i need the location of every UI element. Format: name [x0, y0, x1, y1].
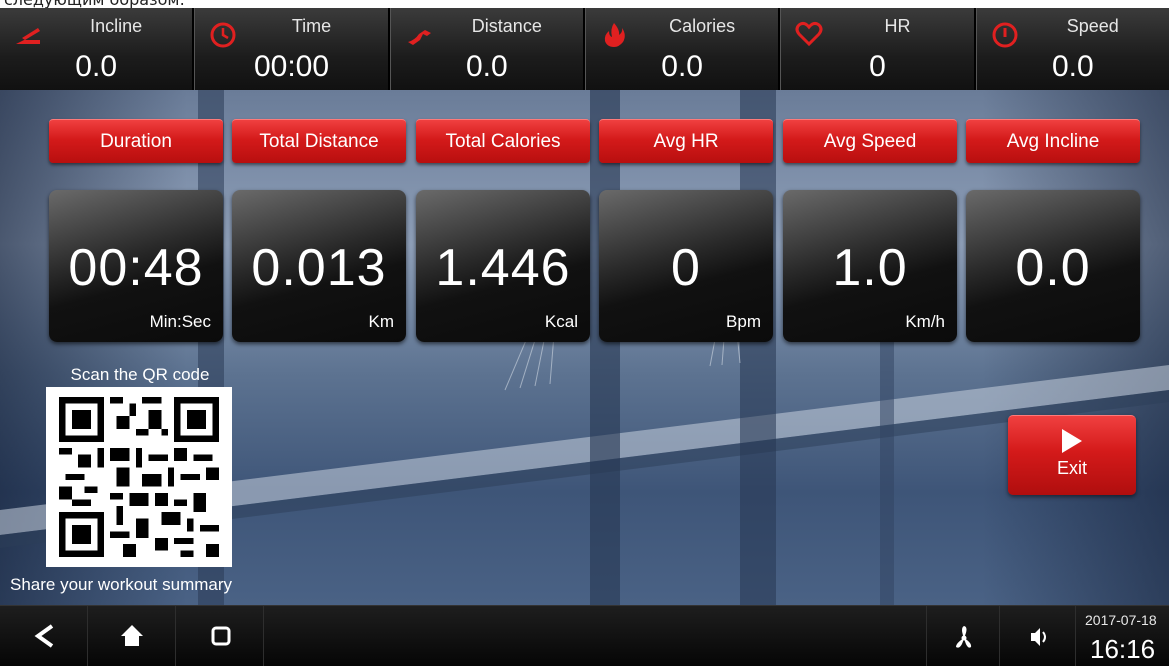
stat-calories: Calories 0.0 — [584, 8, 781, 90]
stat-value: 0.0 — [661, 50, 703, 83]
stat-label: Speed — [1066, 16, 1119, 36]
avg-hr-unit: Bpm — [726, 312, 761, 331]
avg-hr-header: Avg HR — [599, 119, 773, 163]
avg-speed-unit: Km/h — [905, 312, 945, 331]
workout-summary-panel: Duration Total Distance Total Calories A… — [0, 90, 1169, 605]
stat-time: Time 00:00 — [194, 8, 390, 90]
volume-button[interactable] — [1000, 606, 1076, 666]
avg-hr-value: 0 — [671, 239, 701, 297]
system-navbar: 2017-07-18 16:16 — [0, 605, 1169, 666]
recents-button[interactable] — [176, 606, 264, 666]
duration-unit: Min:Sec — [149, 312, 211, 331]
status-time: 16:16 — [1090, 634, 1156, 664]
stat-value: 0.0 — [465, 50, 508, 83]
stat-label: HR — [884, 16, 911, 36]
total-distance-header: Total Distance — [232, 119, 406, 163]
status-date: 2017-07-18 — [1085, 612, 1157, 628]
stat-value: 00:00 — [253, 50, 330, 83]
recents-icon — [211, 626, 231, 646]
total-distance-unit: Km — [368, 312, 395, 331]
back-button[interactable] — [0, 606, 88, 666]
home-button[interactable] — [88, 606, 176, 666]
share-caption: Share your workout summary — [10, 575, 233, 594]
avg-incline-header: Avg Incline — [966, 119, 1140, 163]
play-icon — [1062, 429, 1082, 453]
stat-speed: Speed 0.0 — [975, 8, 1169, 90]
total-distance-card: 0.013 Km — [232, 190, 406, 342]
stat-value: 0.0 — [1051, 50, 1094, 83]
duration-value: 00:48 — [68, 239, 204, 297]
stat-incline: Incline 0.0 — [0, 8, 195, 90]
exit-button[interactable]: Exit — [1008, 415, 1136, 495]
duration-card: 00:48 Min:Sec — [49, 190, 223, 342]
stat-distance: Distance 0.0 — [389, 8, 585, 90]
fan-icon — [956, 626, 972, 648]
avg-hr-card: 0 Bpm — [599, 190, 773, 342]
total-calories-header: Total Calories — [416, 119, 590, 163]
avg-incline-card: 0.0 — [966, 190, 1140, 342]
stat-value: 0 — [869, 50, 886, 83]
stat-label: Incline — [90, 16, 143, 36]
home-icon — [121, 625, 143, 646]
total-calories-value: 1.446 — [435, 239, 571, 297]
caption-fragment: следующим образом: — [0, 0, 1169, 8]
stat-value: 0.0 — [75, 50, 118, 83]
qr-code[interactable] — [46, 387, 232, 567]
avg-speed-card: 1.0 Km/h — [783, 190, 957, 342]
stat-hr: HR 0 — [780, 8, 976, 90]
avg-incline-value: 0.0 — [1015, 239, 1091, 297]
qr-caption: Scan the QR code — [70, 365, 210, 384]
total-calories-unit: Kcal — [544, 312, 578, 331]
stat-label: Time — [291, 16, 332, 36]
avg-speed-value: 1.0 — [832, 239, 908, 297]
stat-label: Calories — [669, 16, 736, 36]
volume-icon — [1031, 628, 1046, 646]
exit-label: Exit — [1056, 458, 1087, 478]
qr-code-image — [59, 397, 219, 557]
caption-text: следующим образом: — [4, 0, 185, 8]
total-distance-value: 0.013 — [251, 239, 387, 297]
duration-header: Duration — [49, 119, 223, 163]
stats-bar: Incline 0.0 Time 00:00 Distance 0.0 Calo… — [0, 8, 1169, 90]
avg-speed-header: Avg Speed — [783, 119, 957, 163]
total-calories-card: 1.446 Kcal — [416, 190, 590, 342]
stat-label: Distance — [471, 16, 542, 36]
back-icon — [34, 624, 54, 648]
fan-button[interactable] — [926, 606, 1000, 666]
